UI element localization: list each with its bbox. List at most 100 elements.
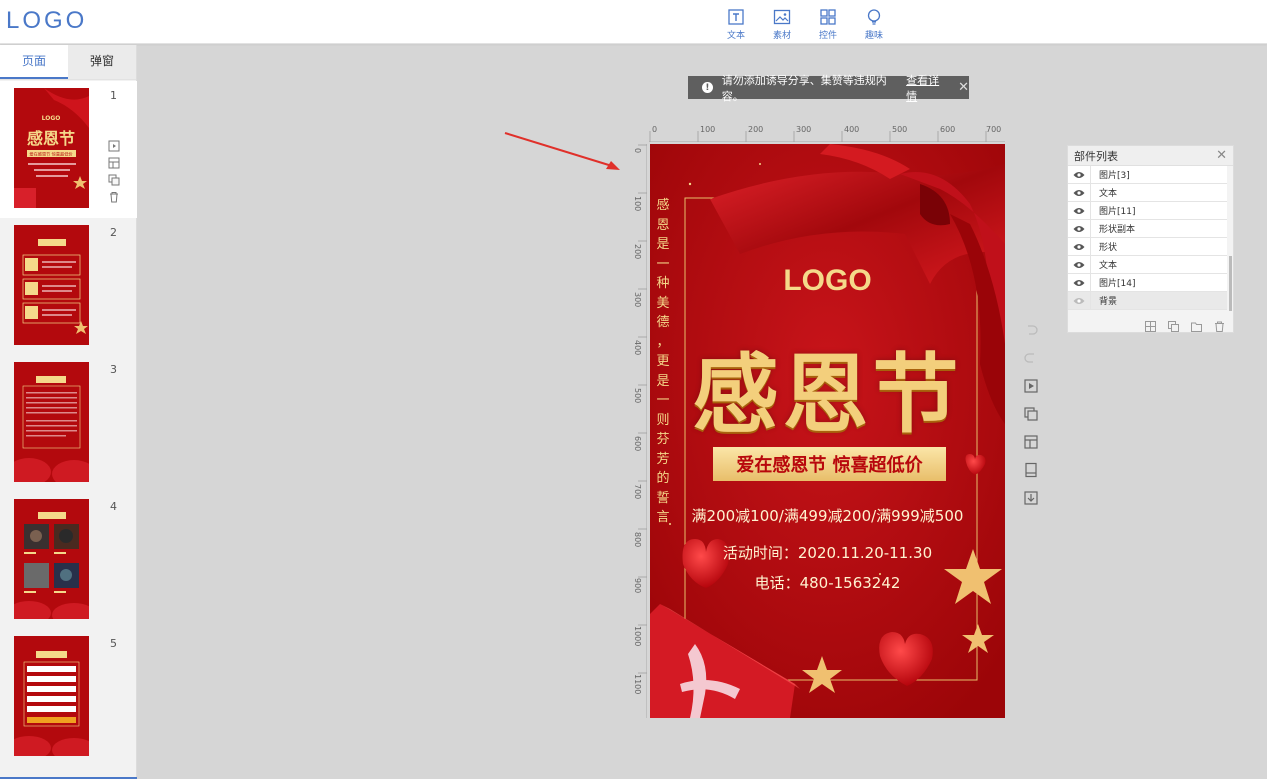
tab-pages[interactable]: 页面 xyxy=(0,45,68,79)
ruler-label: 400 xyxy=(844,125,860,134)
eye-icon[interactable] xyxy=(1068,189,1090,197)
poster-logo[interactable]: LOGO xyxy=(650,264,1005,298)
layer-item[interactable]: 背景 xyxy=(1068,292,1227,310)
widget-icon xyxy=(820,9,836,25)
copy-icon[interactable] xyxy=(108,171,120,186)
page-item-2[interactable]: 2 xyxy=(0,218,137,355)
horizontal-ruler: 0 100 200 300 400 500 600 700 xyxy=(649,125,1005,142)
play-icon[interactable] xyxy=(108,137,120,152)
layer-name: 图片[11] xyxy=(1090,202,1135,219)
tool-widget-button[interactable]: 控件 xyxy=(814,8,842,41)
tool-text-button[interactable]: 文本 xyxy=(722,8,750,41)
eye-icon[interactable] xyxy=(1068,279,1090,287)
notice-text: 请勿添加诱导分享、集赞等违规内容。 xyxy=(721,73,887,103)
layer-item[interactable]: 形状副本 xyxy=(1068,220,1227,238)
folder-icon[interactable] xyxy=(1191,317,1202,332)
play-icon[interactable] xyxy=(1023,378,1039,394)
ruler-label: 200 xyxy=(748,125,764,134)
thumb-logo: LOGO xyxy=(42,115,61,122)
poster-promo[interactable]: 满200减100/满499减200/满999减500 xyxy=(650,505,1005,526)
tab-popups[interactable]: 弹窗 xyxy=(68,45,136,79)
layers-footer xyxy=(1068,312,1233,332)
panel-tabs: 页面 弹窗 xyxy=(0,45,136,80)
copy-icon[interactable] xyxy=(1168,317,1179,332)
page-actions xyxy=(108,137,120,203)
page-thumbnail[interactable] xyxy=(14,636,89,756)
poster-phone[interactable]: 电话：480-1563242 xyxy=(650,572,1005,593)
ruler-label: 100 xyxy=(633,196,642,212)
copy-icon[interactable] xyxy=(1023,406,1039,422)
ruler-label: 300 xyxy=(633,292,642,308)
layer-item[interactable]: 文本 xyxy=(1068,184,1227,202)
group-icon[interactable] xyxy=(1145,317,1156,332)
layer-name: 图片[3] xyxy=(1090,166,1130,183)
layer-item[interactable]: 图片[11] xyxy=(1068,202,1227,220)
trash-icon[interactable] xyxy=(1214,317,1225,332)
layer-item[interactable]: 图片[14] xyxy=(1068,274,1227,292)
page-thumbnail[interactable]: LOGO 感恩节 爱在感恩节 惊喜超低价 xyxy=(14,88,89,208)
thumb-slogan: 爱在感恩节 惊喜超低价 xyxy=(29,151,73,158)
layer-name: 背景 xyxy=(1090,292,1117,309)
page-item-5[interactable]: 5 xyxy=(0,629,137,766)
close-icon[interactable]: ✕ xyxy=(958,80,969,95)
eye-icon[interactable] xyxy=(1068,171,1090,179)
ruler-label: 900 xyxy=(633,578,642,594)
thumb-title: 感恩节 xyxy=(27,129,75,148)
eye-icon[interactable] xyxy=(1068,225,1090,233)
page-item-4[interactable]: 4 xyxy=(0,492,137,629)
poster-event-time[interactable]: 活动时间：2020.11.20-11.30 xyxy=(650,542,1005,563)
ruler-label: 500 xyxy=(892,125,908,134)
layout-icon[interactable] xyxy=(1023,434,1039,450)
poster-title[interactable]: 感恩节 xyxy=(650,324,1005,449)
ruler-label: 600 xyxy=(633,436,642,452)
scrollbar[interactable] xyxy=(1229,256,1232,311)
page-thumbnail[interactable] xyxy=(14,362,89,482)
download-icon[interactable] xyxy=(1023,490,1039,506)
page-item-3[interactable]: 3 xyxy=(0,355,137,492)
redo-icon[interactable] xyxy=(1023,350,1039,366)
page-number: 1 xyxy=(110,89,117,102)
page-thumbnail[interactable] xyxy=(14,225,89,345)
layer-item[interactable]: 图片[3] xyxy=(1068,166,1227,184)
layer-name: 形状 xyxy=(1090,238,1117,255)
layer-name: 形状副本 xyxy=(1090,220,1135,237)
layers-header: 部件列表 ✕ xyxy=(1068,146,1233,166)
eye-icon[interactable] xyxy=(1068,261,1090,269)
layer-item[interactable]: 文本 xyxy=(1068,256,1227,274)
insert-toolbar: 文本 素材 控件 趣味 xyxy=(722,8,888,41)
tool-label: 素材 xyxy=(772,31,791,41)
ruler-label: 0 xyxy=(633,148,642,154)
page-number: 4 xyxy=(110,500,117,513)
layers-title: 部件列表 xyxy=(1074,149,1118,163)
canvas-side-toolbar xyxy=(1023,322,1039,506)
ruler-label: 200 xyxy=(633,244,642,260)
text-icon xyxy=(728,9,744,25)
mobile-preview-icon[interactable] xyxy=(1023,462,1039,478)
eye-icon[interactable] xyxy=(1068,243,1090,251)
vertical-ruler: 0 100 200 300 400 500 600 700 800 900 10… xyxy=(630,144,647,718)
eye-icon[interactable] xyxy=(1068,207,1090,215)
page-item-1[interactable]: LOGO 感恩节 爱在感恩节 惊喜超低价 1 xyxy=(0,81,137,218)
layer-item[interactable]: 形状 xyxy=(1068,238,1227,256)
app-logo: LOGO xyxy=(6,7,88,34)
notice-details-link[interactable]: 查看详情 xyxy=(906,72,949,104)
ruler-label: 0 xyxy=(652,125,658,134)
page-thumbnail[interactable] xyxy=(14,499,89,619)
top-bar: LOGO 文本 素材 控件 趣味 xyxy=(0,0,1267,44)
tool-material-button[interactable]: 素材 xyxy=(768,8,796,41)
design-canvas[interactable]: 感 恩 是 一 种 美 德 ， 更 是 一 则 芬 芳 的 誓 言 LOGO 感… xyxy=(650,144,1005,718)
red-arrow-icon xyxy=(504,132,620,170)
ruler-label: 100 xyxy=(700,125,716,134)
undo-icon[interactable] xyxy=(1023,322,1039,338)
close-icon[interactable]: ✕ xyxy=(1216,148,1227,163)
ruler-label: 300 xyxy=(796,125,812,134)
tool-fun-button[interactable]: 趣味 xyxy=(860,8,888,41)
poster-slogan[interactable]: 爱在感恩节 惊喜超低价 xyxy=(713,451,946,477)
vertical-char: 感 xyxy=(656,198,670,213)
trash-icon[interactable] xyxy=(108,188,120,203)
page-number: 3 xyxy=(110,363,117,376)
eye-icon[interactable] xyxy=(1068,297,1090,305)
layout-icon[interactable] xyxy=(108,154,120,169)
ruler-label: 1000 xyxy=(633,626,642,647)
layer-name: 文本 xyxy=(1090,184,1117,201)
